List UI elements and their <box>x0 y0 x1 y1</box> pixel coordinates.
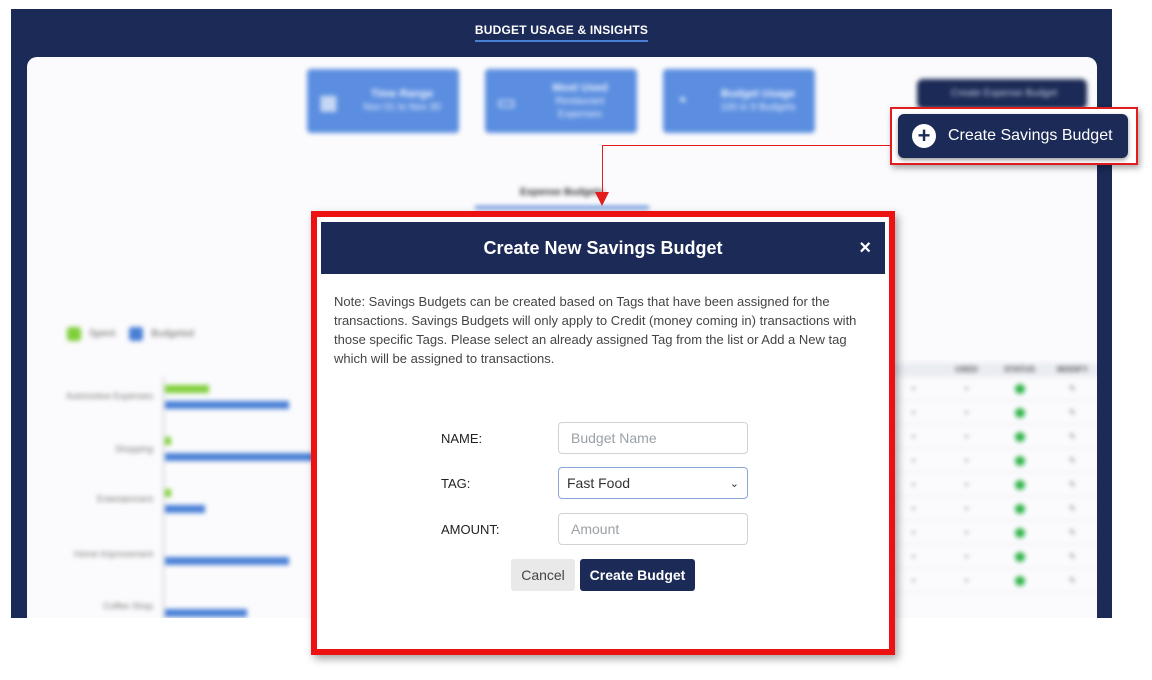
status-dot <box>1014 503 1025 514</box>
status-dot <box>1014 575 1025 586</box>
modal-header: Create New Savings Budget × <box>321 222 885 274</box>
create-budget-button[interactable]: Create Budget <box>580 559 695 591</box>
table-row: ▪ ▪ ✎ <box>887 473 1097 497</box>
category-label: Entertainment <box>96 494 153 504</box>
status-dot <box>1014 527 1025 538</box>
status-dot <box>1014 455 1025 466</box>
page-title: BUDGET USAGE & INSIGHTS <box>11 23 1112 42</box>
calendar-icon: ▦ <box>319 92 338 114</box>
spent-bar <box>165 489 171 497</box>
create-savings-budget-button[interactable]: + Create Savings Budget <box>898 114 1128 158</box>
modal-note: Note: Savings Budgets can be created bas… <box>334 294 857 366</box>
close-icon[interactable]: × <box>859 222 871 274</box>
budget-bar <box>165 453 315 461</box>
plus-circle-icon: + <box>912 124 936 148</box>
table-row: ▪ ▪ ✎ <box>887 521 1097 545</box>
table-row: ▪ ▪ ✎ <box>887 497 1097 521</box>
cancel-button[interactable]: Cancel <box>511 559 575 591</box>
name-label: NAME: <box>441 431 483 446</box>
budget-bar <box>165 401 289 409</box>
create-expense-budget-button[interactable]: Create Expense Budget <box>917 79 1087 109</box>
tag-label: TAG: <box>441 476 471 491</box>
category-label: Shopping <box>114 444 153 454</box>
amount-input[interactable] <box>558 513 748 545</box>
spent-bar <box>165 437 171 445</box>
pie-chart-icon: ◔ <box>675 90 688 112</box>
status-dot <box>1014 383 1025 394</box>
status-dot <box>1014 479 1025 490</box>
wallet-icon: ▭ <box>497 92 516 114</box>
savings-callout: + Create Savings Budget <box>890 107 1138 165</box>
category-label: Home Improvement <box>73 549 153 559</box>
tag-select[interactable]: Fast Food ⌄ <box>558 467 748 499</box>
chevron-down-icon: ⌄ <box>729 477 739 490</box>
budget-name-input[interactable] <box>558 422 748 454</box>
status-dot <box>1014 551 1025 562</box>
table-row: ▪ ▪ ✎ <box>887 449 1097 473</box>
tab-expense-budgets[interactable]: Expense Budgets <box>475 187 649 209</box>
callout-connector <box>602 145 892 146</box>
table-row: ▪ ▪ ✎ <box>887 569 1097 593</box>
amount-label: AMOUNT: <box>441 522 500 537</box>
spent-bar <box>165 385 209 393</box>
budget-table: USED STATUS MODIFY ▪ ▪ ✎ ▪ ▪ ✎ ▪ ▪ ✎ ▪ ▪ ✎ ▪ ▪ ✎ ▪ ▪ ✎… <box>887 363 1097 593</box>
table-row: ▪ ▪ ✎ <box>887 401 1097 425</box>
chart-legend: Spent Budgeted <box>67 327 194 341</box>
time-range-card: ▦ Time Range Nov 01 to Nov 30 <box>307 69 459 133</box>
budget-bar <box>165 557 289 565</box>
tag-selected-value: Fast Food <box>567 475 631 491</box>
callout-arrow-icon <box>595 192 609 206</box>
chart-axis <box>163 377 164 618</box>
modal-title: Create New Savings Budget <box>483 238 723 258</box>
budget-bar <box>165 609 247 617</box>
budget-bar <box>165 505 205 513</box>
status-dot <box>1014 431 1025 442</box>
budget-usage-card: ◔ Budget Usage 100 in 9 Budgets <box>663 69 815 133</box>
table-row: ▪ ▪ ✎ <box>887 425 1097 449</box>
category-label: Automotive Expenses <box>65 391 153 401</box>
most-used-card: ▭ Most Used Restaurant Expenses <box>485 69 637 133</box>
create-savings-budget-label: Create Savings Budget <box>948 127 1113 144</box>
table-row: ▪ ▪ ✎ <box>887 545 1097 569</box>
create-savings-budget-modal: Create New Savings Budget × Note: Saving… <box>311 211 895 655</box>
category-label: Coffee Shop <box>103 601 153 611</box>
table-row: ▪ ▪ ✎ <box>887 377 1097 401</box>
status-dot <box>1014 407 1025 418</box>
callout-connector <box>602 145 603 193</box>
